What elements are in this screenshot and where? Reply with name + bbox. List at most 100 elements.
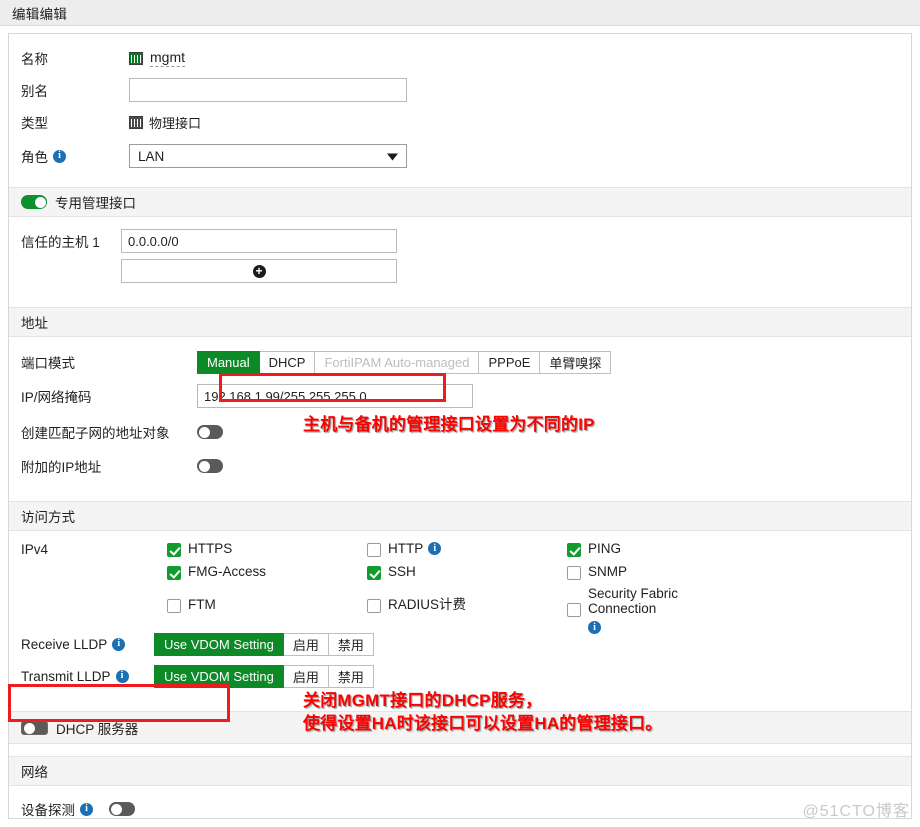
annotation-dhcp-note-line2: 使得设置HA时该接口可以设置HA的管理接口。	[303, 714, 663, 733]
field-row-transmit-lldp: Transmit LLDP i Use VDOM Setting 启用 禁用	[9, 662, 911, 690]
mode-option-manual[interactable]: Manual	[197, 350, 260, 374]
checkbox-label-radius-accounting: RADIUS计费	[388, 597, 467, 612]
checkbox-label-https: HTTPS	[188, 541, 233, 556]
transmit-lldp-label-text: Transmit LLDP	[21, 668, 111, 684]
annotation-ip-note: 主机与备机的管理接口设置为不同的IP	[303, 415, 595, 434]
role-label: 角色 i	[21, 146, 129, 166]
checkbox-snmp[interactable]	[567, 566, 581, 580]
role-select[interactable]: LAN	[129, 144, 407, 168]
interface-edit-page: 编辑编辑 名称 mgmt 别名 类型 物理接口 角色 i LAN 专用管理接口 …	[0, 0, 920, 827]
checkbox-row-ssh[interactable]: SSH	[367, 564, 567, 587]
checkbox-row-fmg-access[interactable]: FMG-Access	[167, 564, 367, 587]
info-icon[interactable]: i	[53, 149, 66, 163]
checkbox-ssh[interactable]	[367, 566, 381, 580]
alias-label: 别名	[21, 84, 48, 99]
secondary-ip-toggle[interactable]	[197, 459, 223, 473]
transmit-lldp-label: Transmit LLDP i	[21, 669, 154, 684]
create-subnet-object-label: 创建匹配子网的地址对象	[21, 426, 170, 441]
info-icon-security-fabric[interactable]: i	[588, 621, 601, 634]
field-row-addressing-mode: 端口模式 Manual DHCP FortiIPAM Auto-managed …	[9, 348, 911, 376]
transmit-lldp-segmented: Use VDOM Setting 启用 禁用	[154, 664, 374, 688]
checkbox-row-radius-accounting[interactable]: RADIUS计费	[367, 597, 567, 620]
field-row-role: 角色 i LAN	[9, 142, 911, 170]
interface-icon	[129, 51, 143, 65]
field-row-ipv4-access: IPv4 HTTPS FMG-Access FTM HTTP i SSH RAD…	[9, 541, 911, 634]
info-icon-device-detection[interactable]: i	[80, 802, 93, 816]
field-row-name: 名称 mgmt	[9, 44, 911, 72]
ip-netmask-label: IP/网络掩码	[21, 390, 92, 405]
info-icon-receive-lldp[interactable]: i	[112, 637, 126, 651]
checkbox-ping[interactable]	[567, 543, 581, 557]
checkbox-row-http[interactable]: HTTP i	[367, 541, 567, 564]
field-row-secondary-ip: 附加的IP地址	[9, 452, 911, 480]
checkbox-label-http-wrap: HTTP i	[388, 541, 442, 556]
page-title: 编辑编辑	[12, 6, 68, 22]
device-detection-label-text: 设备探测	[21, 803, 75, 818]
add-trusted-host-button[interactable]: +	[121, 259, 397, 283]
mode-option-pppoe[interactable]: PPPoE	[479, 350, 541, 374]
mode-option-one-arm-sniffer[interactable]: 单臂嗅探	[540, 350, 612, 374]
checkbox-row-https[interactable]: HTTPS	[167, 541, 367, 564]
chevron-down-icon	[387, 149, 398, 164]
device-detection-toggle[interactable]	[109, 802, 135, 816]
checkbox-label-ssh: SSH	[388, 564, 416, 579]
checkbox-label-ping: PING	[588, 541, 622, 556]
mode-option-dhcp[interactable]: DHCP	[259, 350, 316, 374]
dhcp-server-label: DHCP 服务器	[56, 721, 139, 737]
checkbox-row-snmp[interactable]: SNMP	[567, 564, 787, 587]
info-icon-http[interactable]: i	[428, 542, 442, 555]
ipv4-label: IPv4	[21, 542, 49, 557]
ipv4-access-column-1: HTTPS FMG-Access FTM	[167, 541, 367, 627]
window-titlebar: 编辑编辑	[0, 0, 920, 26]
checkbox-http[interactable]	[367, 543, 381, 557]
network-section-label: 网络	[21, 765, 48, 780]
checkbox-row-ping[interactable]: PING	[567, 541, 787, 564]
role-label-text: 角色	[21, 150, 48, 165]
dedicated-mgmt-band: 专用管理接口	[9, 187, 911, 217]
checkbox-label-http: HTTP	[388, 541, 424, 556]
receive-lldp-option-disable[interactable]: 禁用	[328, 632, 374, 656]
transmit-lldp-option-vdom[interactable]: Use VDOM Setting	[154, 664, 284, 688]
field-row-device-detection: 设备探测 i	[9, 795, 911, 823]
info-icon-transmit-lldp[interactable]: i	[115, 669, 129, 683]
name-value: mgmt	[150, 49, 185, 67]
dedicated-mgmt-toggle[interactable]	[21, 195, 47, 209]
dhcp-server-toggle[interactable]	[21, 720, 48, 735]
annotation-dhcp-note: 关闭MGMT接口的DHCP服务， 使得设置HA时该接口可以设置HA的管理接口。	[303, 689, 663, 735]
alias-input[interactable]	[129, 78, 407, 102]
watermark: @51CTO博客	[802, 803, 910, 820]
dedicated-mgmt-label: 专用管理接口	[55, 196, 136, 211]
network-section-header: 网络	[9, 756, 911, 786]
receive-lldp-option-vdom[interactable]: Use VDOM Setting	[154, 632, 284, 656]
ip-netmask-input[interactable]	[197, 384, 473, 408]
receive-lldp-segmented: Use VDOM Setting 启用 禁用	[154, 632, 374, 656]
checkbox-fmg-access[interactable]	[167, 566, 181, 580]
address-section-label: 地址	[21, 316, 48, 331]
ipv4-access-grid: HTTPS FMG-Access FTM HTTP i SSH RADIUS计费…	[167, 541, 911, 634]
secondary-ip-label: 附加的IP地址	[21, 460, 102, 475]
type-label: 类型	[21, 116, 48, 131]
checkbox-row-ftm[interactable]: FTM	[167, 597, 367, 620]
checkbox-security-fabric-connection[interactable]	[567, 603, 581, 617]
field-row-trusted-host: 信任的主机 1	[9, 227, 911, 255]
checkbox-label-snmp: SNMP	[588, 564, 628, 579]
field-row-type: 类型 物理接口	[9, 108, 911, 136]
field-row-ip-netmask: IP/网络掩码	[9, 382, 911, 410]
checkbox-ftm[interactable]	[167, 599, 181, 613]
checkbox-row-security-fabric-connection[interactable]: Security Fabric Connection i	[567, 586, 787, 634]
checkbox-https[interactable]	[167, 543, 181, 557]
field-row-receive-lldp: Receive LLDP i Use VDOM Setting 启用 禁用	[9, 630, 911, 658]
trusted-host-input[interactable]	[121, 229, 397, 253]
name-label: 名称	[21, 52, 48, 67]
create-subnet-object-toggle[interactable]	[197, 425, 223, 439]
field-row-add-trusted-host: +	[9, 257, 911, 285]
ipv4-access-column-2: HTTP i SSH RADIUS计费	[367, 541, 567, 627]
transmit-lldp-option-disable[interactable]: 禁用	[328, 664, 374, 688]
checkbox-label-ftm: FTM	[188, 597, 216, 612]
type-value: 物理接口	[149, 115, 202, 131]
checkbox-label-security-fabric-wrap: Security Fabric Connection i	[588, 586, 716, 634]
checkbox-radius-accounting[interactable]	[367, 599, 381, 613]
access-section-header: 访问方式	[9, 501, 911, 531]
transmit-lldp-option-enable[interactable]: 启用	[283, 664, 329, 688]
receive-lldp-option-enable[interactable]: 启用	[283, 632, 329, 656]
